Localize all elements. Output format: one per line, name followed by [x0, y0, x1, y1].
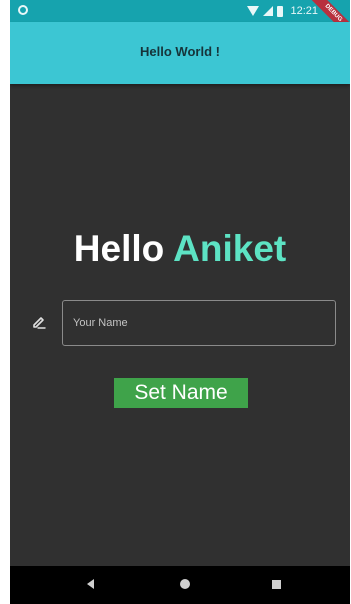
battery-icon [277, 5, 284, 17]
name-input[interactable] [62, 300, 336, 346]
app-bar: Hello World ! [10, 22, 350, 84]
notification-icon [18, 5, 28, 15]
wifi-icon [247, 6, 260, 16]
set-name-button[interactable]: Set Name [114, 378, 248, 408]
recents-icon[interactable] [272, 580, 281, 589]
phone-screen: 12:21 DEBUG Hello World ! Hello Aniket S… [10, 0, 350, 604]
status-bar: 12:21 DEBUG [10, 0, 350, 45]
navigation-bar [10, 566, 350, 604]
back-icon[interactable] [87, 579, 94, 589]
home-icon[interactable] [180, 579, 190, 589]
greeting-text: Hello Aniket [10, 228, 350, 270]
app-bar-title: Hello World ! [140, 44, 220, 59]
greeting-name: Aniket [173, 228, 287, 269]
edit-icon [33, 317, 46, 329]
status-icons: 12:21 [247, 4, 318, 18]
greeting-word: Hello [73, 228, 165, 269]
status-time: 12:21 [290, 5, 318, 17]
signal-icon [263, 6, 274, 16]
